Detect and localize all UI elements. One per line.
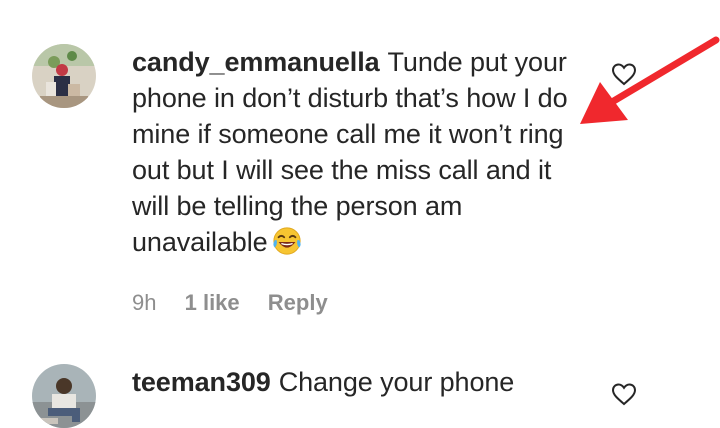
reply-button[interactable]: Reply	[268, 290, 328, 315]
avatar[interactable]	[32, 364, 96, 428]
comment-username[interactable]: candy_emmanuella	[132, 47, 380, 77]
comment-timestamp: 9h	[132, 290, 157, 315]
laughing-tears-emoji-icon	[272, 227, 301, 255]
comment-meta: 9h 1 like Reply	[132, 290, 350, 316]
comments-panel: candy_emmanuella Tunde put your phone in …	[0, 0, 720, 428]
comment-message: Change your phone	[278, 367, 515, 397]
comment-text: candy_emmanuella Tunde put your phone in …	[132, 44, 592, 260]
comment-like-count[interactable]: 1 like	[185, 290, 240, 315]
comment-message: Tunde put your phone in don’t disturb th…	[132, 47, 568, 257]
red-arrow-annotation	[580, 36, 720, 124]
like-heart-icon[interactable]	[611, 382, 637, 406]
avatar[interactable]	[32, 44, 96, 108]
comment-username[interactable]: teeman309	[132, 367, 271, 397]
comment-item: teeman309 Change your phone	[0, 340, 720, 428]
comment-text: teeman309 Change your phone	[132, 364, 592, 400]
